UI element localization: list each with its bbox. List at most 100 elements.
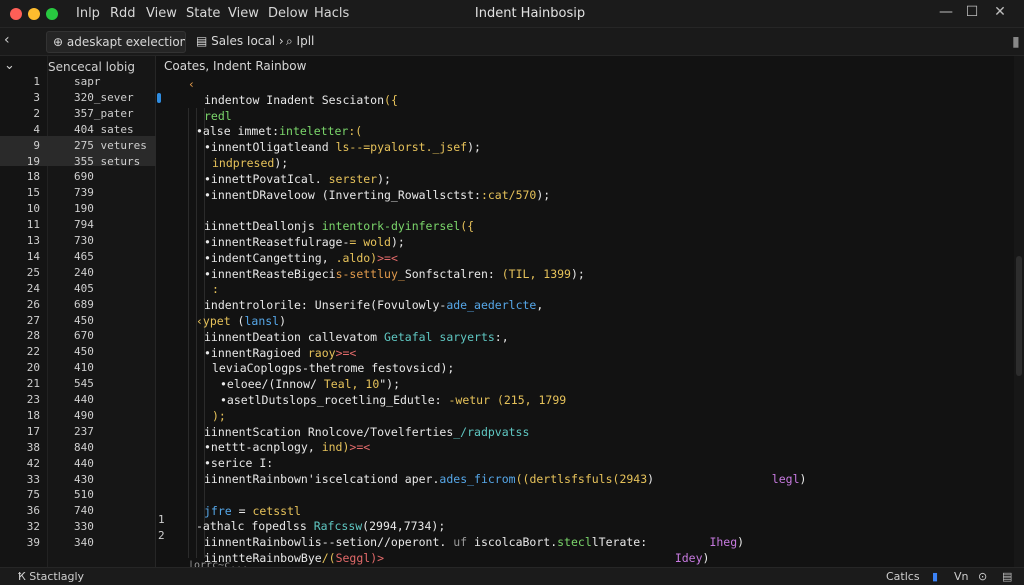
code-line: iinnentScation Rnolcove/Tovelferties_/ra… (204, 425, 529, 439)
code-token: )> (370, 551, 385, 565)
sidebar-row-value[interactable]: 490 (74, 409, 94, 422)
code-line: iinntteRainbowBye/(Seggl)> Idey) (204, 551, 709, 565)
code-token: indentow Inadent Sesciaton (204, 92, 385, 107)
menu-item[interactable]: View (228, 6, 259, 21)
sidebar-row-value[interactable]: 275 vetures (74, 139, 147, 152)
code-line: iinnentRainbown'iscelcationd aper.ades_f… (204, 472, 806, 486)
sidebar-row-value[interactable]: 410 (74, 361, 94, 374)
code-line: indpresed); (212, 156, 288, 170)
line-number: 4 (33, 122, 40, 136)
menu-item[interactable]: Inlp (76, 6, 100, 21)
minimize-icon[interactable]: — (936, 4, 956, 20)
selection-dropdown[interactable]: ⊕ adeskapt exelection ▾ (46, 31, 186, 53)
sidebar-row-value[interactable]: 465 (74, 250, 94, 263)
close-traffic-light[interactable] (10, 8, 22, 20)
sidebar-row-value[interactable]: 510 (74, 488, 94, 501)
code-token: : (212, 282, 219, 297)
line-number: 3 (33, 90, 40, 104)
status-left-label[interactable]: Ҟ Stactlagly (18, 570, 84, 583)
code-token: ‹ (188, 77, 195, 91)
code-token: >=< (377, 250, 398, 265)
line-number: 32 (26, 520, 40, 534)
code-line: jfre = cetsstl (204, 504, 301, 518)
code-line: •indentCangetting, .aldo)>=< (204, 251, 398, 265)
line-number: 19 (26, 154, 40, 168)
code-token: >=< (349, 440, 371, 455)
code-token: inteletter (279, 124, 349, 139)
sidebar-row-value[interactable]: 405 (74, 282, 94, 295)
code-line: •asetlDutslops_rocetling_Edutle: -wetur … (220, 393, 566, 407)
language-label[interactable]: Vn (954, 570, 969, 583)
sidebar-row-value[interactable]: 355 seturs (74, 155, 140, 168)
sidebar-row-value[interactable]: 357_pater (74, 107, 134, 120)
zoom-traffic-light[interactable] (46, 8, 58, 20)
maximize-icon[interactable]: ☐ (962, 4, 982, 20)
sidebar-row-value[interactable]: 689 (74, 298, 94, 311)
line-number: 15 (26, 186, 40, 200)
line-number: 22 (26, 345, 40, 359)
code-token: •innettPovatIcal. (204, 171, 322, 186)
sidebar-row-value[interactable]: 739 (74, 186, 94, 199)
sidebar-row-value[interactable]: 440 (74, 393, 94, 406)
line-number: 1 (33, 75, 40, 88)
code-token: iinnentDeation callevatom (204, 329, 385, 344)
code-token: >=< (335, 345, 357, 360)
more-icon[interactable]: ▤ (1002, 570, 1012, 583)
fold-marker[interactable]: 1 (158, 513, 165, 526)
code-token: lTerate: (591, 535, 648, 550)
code-line: ‹ (188, 77, 195, 91)
bookmark-icon[interactable]: ▮ (932, 570, 938, 583)
vertical-scrollbar[interactable] (1014, 56, 1024, 567)
sidebar-row-value[interactable]: 794 (74, 218, 94, 231)
close-icon[interactable]: ✕ (990, 4, 1010, 20)
sales-local-button[interactable]: ▤ Sales Iocal › (196, 34, 284, 48)
sidebar-row-value[interactable]: 670 (74, 329, 94, 342)
back-icon[interactable]: ‹ (4, 32, 10, 48)
menu-item[interactable]: Rdd (110, 6, 136, 21)
minimize-traffic-light[interactable] (28, 8, 40, 20)
sidebar-row-value[interactable]: 320_sever (74, 91, 134, 104)
code-token: iscolcaBort. (474, 535, 558, 550)
code-token: iinnentRainbowlis--setion//operont. (204, 535, 447, 550)
status-cancel-label[interactable]: Catlcs (886, 570, 920, 583)
sidebar-row-value[interactable]: 450 (74, 314, 94, 327)
menu-item[interactable]: View (146, 6, 177, 21)
sidebar-row-value[interactable]: 690 (74, 170, 94, 183)
menu-item[interactable]: Hacls (314, 6, 349, 21)
sidebar-row-value[interactable]: 340 (74, 536, 94, 549)
code-line: iinnentRainbowlis--setion//operont. uf i… (204, 535, 744, 549)
code-token: •asetlDutslops_rocetling_Edutle: (220, 393, 449, 407)
call-button[interactable]: ⌕ Ipll (286, 34, 314, 49)
code-line: redl (204, 109, 232, 123)
sidebar-row-value[interactable]: 190 (74, 202, 94, 215)
breakpoint-marker[interactable] (157, 93, 161, 103)
menu-item[interactable]: Delow (268, 6, 308, 21)
code-token: ) (737, 535, 745, 550)
scrollbar-thumb[interactable] (1016, 256, 1022, 376)
sidebar-row-value[interactable]: 330 (74, 520, 94, 533)
code-token: ); (467, 140, 481, 155)
notification-icon[interactable]: ⊙ (978, 570, 987, 583)
sidebar-row-value[interactable]: 237 (74, 425, 94, 438)
sidebar-row-value[interactable]: 730 (74, 234, 94, 247)
panel-toggle-icon[interactable]: ▮ (1012, 34, 1020, 50)
code-token: s-settluy_ (335, 266, 405, 281)
line-number: 20 (26, 361, 40, 375)
sidebar-row-value[interactable]: 545 (74, 377, 94, 390)
fold-marker[interactable]: 2 (158, 529, 165, 542)
sidebar-row-value[interactable]: sapr (74, 75, 101, 88)
sidebar-row-value[interactable]: 740 (74, 504, 94, 517)
sidebar-row-value[interactable]: 240 (74, 266, 94, 279)
sidebar-row-value[interactable]: 440 (74, 457, 94, 470)
menu-item[interactable]: State (186, 6, 220, 21)
sidebar-row-value[interactable]: 840 (74, 441, 94, 454)
code-token: jfre (204, 503, 232, 518)
sidebar-row-value[interactable]: 430 (74, 473, 94, 486)
code-token: ((dertlsfsfuls(2943 (515, 472, 648, 486)
code-token: ); (536, 187, 551, 202)
sidebar-row-value[interactable]: 450 (74, 345, 94, 358)
chevron-down-icon[interactable]: ⌄ (4, 58, 15, 73)
line-number: 26 (26, 297, 40, 311)
sidebar-row-value[interactable]: 404 sates (74, 123, 134, 136)
code-line: •innettPovatIcal. serster); (204, 172, 391, 186)
